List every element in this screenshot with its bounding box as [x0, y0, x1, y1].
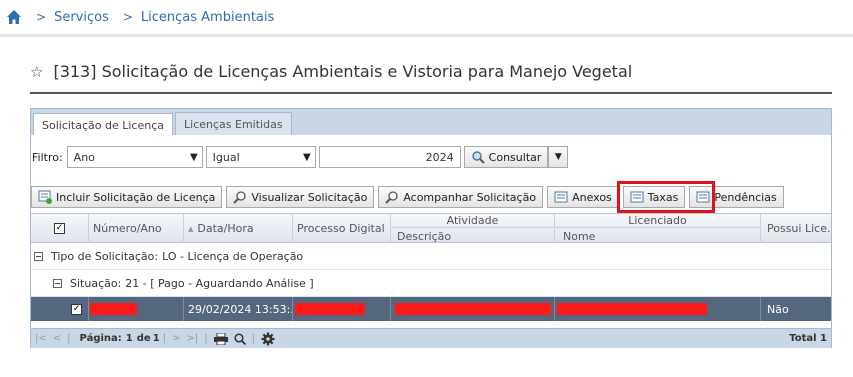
track-request-button[interactable]: Acompanhar Solicitação — [378, 186, 544, 208]
group-tipo-value: LO - Licença de Operação — [162, 249, 304, 263]
breadcrumb-licencas-ambientais[interactable]: Licenças Ambientais — [141, 10, 274, 25]
filter-label: Filtro: — [32, 150, 63, 164]
chevron-right-icon: > — [122, 10, 133, 24]
view-request-label: Visualizar Solicitação — [251, 190, 368, 204]
pending-highlight-box — [617, 181, 715, 213]
chevron-right-icon: > — [36, 10, 47, 24]
search-icon[interactable] — [234, 332, 246, 345]
home-icon[interactable] — [6, 9, 22, 25]
select-all-checkbox[interactable]: ✓ — [54, 223, 65, 234]
select-all-header: ✓ — [31, 214, 89, 243]
view-request-button[interactable]: Visualizar Solicitação — [226, 186, 375, 208]
page-label: Página: — [79, 333, 122, 344]
print-icon[interactable] — [213, 332, 228, 345]
breadcrumb-servicos[interactable]: Serviços — [54, 10, 109, 25]
sort-asc-icon: ▲ — [188, 224, 194, 233]
magnifier-icon — [385, 191, 398, 204]
gear-icon[interactable] — [261, 332, 275, 346]
chevron-down-icon: ▼ — [302, 151, 311, 163]
row-checkbox[interactable]: ✓ — [71, 303, 82, 315]
main-panel: Solicitação de Licença Licenças Emitidas… — [30, 108, 832, 348]
header-descricao[interactable]: Descrição — [391, 229, 555, 243]
cell-data-hora: 29/02/2024 13:53:... — [184, 297, 293, 321]
filter-row: Filtro: Ano ▼ Igual ▼ 2024 Consultar ▼ — [31, 145, 569, 169]
chevron-down-icon: ▼ — [554, 152, 562, 162]
page-number-input[interactable]: 1 — [126, 333, 133, 344]
first-page-icon[interactable]: |< — [35, 333, 47, 344]
pager-divider: | — [67, 333, 71, 344]
redacted-processo — [295, 303, 365, 315]
magnifier-icon — [233, 191, 247, 204]
page-total: 1 — [152, 333, 160, 344]
header-divider — [0, 34, 853, 37]
group-row-situacao[interactable]: Situação: 21 - [ Pago - Aguardando Análi… — [31, 270, 831, 297]
tab-licencas-emitidas[interactable]: Licenças Emitidas — [175, 112, 292, 135]
track-request-label: Acompanhar Solicitação — [403, 190, 537, 204]
chevron-down-icon: ▼ — [189, 151, 198, 163]
include-request-button[interactable]: Incluir Solicitação de Licença — [31, 186, 223, 208]
group-situacao-value: 21 - [ Pago - Aguardando Análise ] — [125, 276, 314, 290]
title-divider — [30, 92, 832, 94]
requests-grid: ✓ Número/Ano ▲ Data/Hora Processo Digita… — [31, 213, 831, 321]
collapse-icon[interactable] — [34, 251, 43, 261]
pager: |< < | Página: 1 de 1 | > >| | | Total 1 — [31, 328, 831, 348]
search-icon — [471, 151, 485, 164]
header-numero[interactable]: Número/Ano — [89, 214, 184, 243]
consult-button[interactable]: Consultar — [463, 146, 549, 168]
add-document-icon — [38, 190, 52, 204]
include-request-label: Incluir Solicitação de Licença — [56, 190, 216, 204]
attachments-label: Anexos — [572, 190, 612, 204]
header-processo[interactable]: Processo Digital — [293, 214, 391, 243]
header-data-hora[interactable]: ▲ Data/Hora — [184, 214, 293, 243]
header-possui-licenca[interactable]: Possui Lice... — [761, 214, 831, 243]
redacted-numero — [90, 303, 137, 315]
filter-value-input[interactable]: 2024 — [318, 146, 461, 168]
cell-possui: Não — [767, 302, 789, 316]
collapse-icon[interactable] — [53, 278, 62, 288]
consult-label: Consultar — [488, 150, 542, 164]
pager-divider: | — [251, 333, 255, 344]
page-of-label: de — [136, 333, 151, 344]
grid-header: ✓ Número/Ano ▲ Data/Hora Processo Digita… — [31, 213, 831, 243]
group-situacao-label: Situação: — [70, 276, 122, 290]
prev-page-icon[interactable]: < — [53, 333, 61, 344]
header-atividade: Atividade — [391, 214, 555, 228]
group-row-tipo[interactable]: Tipo de Solicitação: LO - Licença de Ope… — [31, 243, 831, 270]
header-licenciado: Licenciado — [555, 214, 761, 228]
filter-operator-select[interactable]: Igual ▼ — [205, 146, 316, 168]
filter-field-value: Ano — [73, 150, 95, 164]
group-tipo-label: Tipo de Solicitação: — [51, 249, 159, 263]
pager-divider: | — [204, 333, 208, 344]
filter-field-select[interactable]: Ano ▼ — [66, 146, 203, 168]
tab-solicitacao-de-licenca[interactable]: Solicitação de Licença — [33, 113, 174, 135]
attachments-button[interactable]: Anexos — [547, 186, 619, 208]
tab-bar: Solicitação de Licença Licenças Emitidas — [31, 109, 831, 135]
star-icon[interactable]: ☆ — [30, 63, 43, 81]
redacted-descricao — [395, 303, 551, 315]
redacted-nome — [557, 303, 707, 315]
row-select-cell: ✓ — [31, 297, 89, 321]
last-page-icon[interactable]: >| — [186, 333, 198, 344]
page-title-text: [313] Solicitação de Licenças Ambientais… — [53, 62, 633, 81]
pager-divider: | — [162, 333, 167, 344]
filter-operator-value: Igual — [212, 150, 240, 164]
table-row[interactable]: ✓ 29/02/2024 13:53:... Não — [31, 297, 831, 321]
total-count: Total 1 — [789, 333, 827, 344]
form-icon — [554, 191, 568, 203]
next-page-icon[interactable]: > — [172, 333, 180, 344]
header-nome[interactable]: Nome — [555, 229, 761, 243]
breadcrumb: > Serviços > Licenças Ambientais — [0, 0, 853, 34]
page-title: ☆ [313] Solicitação de Licenças Ambienta… — [30, 62, 632, 81]
filter-value-text: 2024 — [425, 150, 454, 164]
pending-label: Pendências — [714, 190, 777, 204]
consult-options-button[interactable]: ▼ — [548, 146, 569, 168]
